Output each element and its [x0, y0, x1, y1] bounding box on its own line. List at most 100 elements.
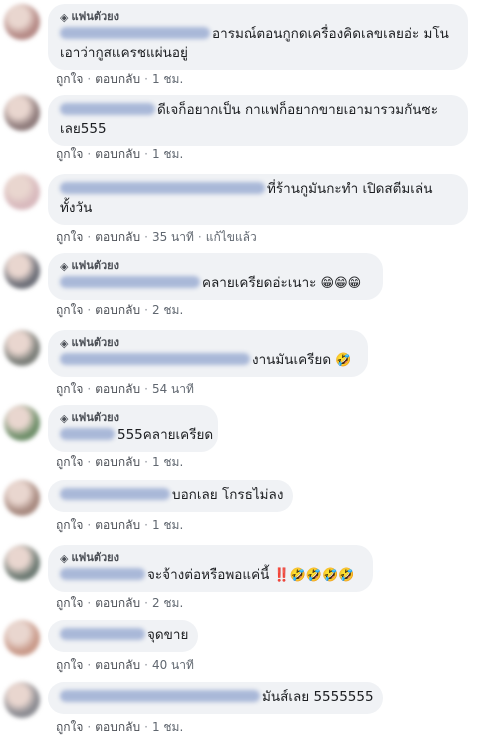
- commenter-name-blurred[interactable]: [60, 568, 145, 580]
- emoji: 🤣: [331, 353, 352, 368]
- comment-text: จะจ้างต่อหรือพอแค่นี้: [147, 567, 270, 583]
- comment-text: คลายเครียดอ่ะเนาะ: [202, 275, 317, 291]
- timestamp[interactable]: 2 ชม.: [152, 596, 183, 610]
- reply-link[interactable]: ตอบกลับ: [95, 230, 140, 244]
- commenter-name-blurred[interactable]: [60, 103, 155, 115]
- reply-link[interactable]: ตอบกลับ: [95, 720, 140, 734]
- avatar[interactable]: [4, 330, 40, 366]
- like-link[interactable]: ถูกใจ: [56, 72, 83, 86]
- reply-link[interactable]: ตอบกลับ: [95, 596, 140, 610]
- comment-actions: ถูกใจ · ตอบกลับ · 54 นาที: [56, 380, 194, 399]
- avatar[interactable]: [4, 682, 40, 718]
- separator-dot: ·: [87, 596, 92, 610]
- commenter-name-blurred[interactable]: [60, 628, 145, 640]
- diamond-icon: ◈: [60, 259, 69, 273]
- avatar[interactable]: [4, 174, 40, 210]
- emoji: 😁😁😁: [316, 276, 362, 291]
- separator-dot: ·: [87, 720, 92, 734]
- avatar[interactable]: [4, 620, 40, 656]
- separator-dot: ·: [144, 303, 148, 317]
- separator-dot: ·: [144, 230, 148, 244]
- timestamp[interactable]: 1 ชม.: [152, 455, 183, 469]
- avatar[interactable]: [4, 95, 40, 131]
- comment-bubble: จุดขาย: [48, 620, 198, 652]
- comment-actions: ถูกใจ · ตอบกลับ · 1 ชม.: [56, 718, 183, 737]
- commenter-name-blurred[interactable]: [60, 690, 260, 702]
- timestamp[interactable]: 40 นาที: [152, 658, 194, 672]
- top-fan-badge: ◈ แฟนตัวยง: [60, 551, 361, 565]
- reply-link[interactable]: ตอบกลับ: [95, 518, 140, 532]
- avatar[interactable]: [4, 545, 40, 581]
- comment-actions: ถูกใจ · ตอบกลับ · 40 นาที: [56, 656, 194, 675]
- timestamp[interactable]: 1 ชม.: [152, 518, 183, 532]
- avatar[interactable]: [4, 405, 40, 441]
- like-link[interactable]: ถูกใจ: [56, 230, 83, 244]
- comment-actions: ถูกใจ · ตอบกลับ · 1 ชม.: [56, 516, 183, 535]
- comment-text: บอกเลย โกรธไม่ลง: [172, 487, 284, 503]
- comment-text: งานมันเครียด: [252, 352, 332, 368]
- reply-link[interactable]: ตอบกลับ: [95, 382, 140, 396]
- reply-link[interactable]: ตอบกลับ: [95, 658, 140, 672]
- commenter-name-blurred[interactable]: [60, 27, 210, 39]
- separator-dot: ·: [144, 596, 148, 610]
- comment-text: เลย555: [60, 121, 107, 137]
- comment-bubble: ◈ แฟนตัวยงงานมันเครียด 🤣: [48, 330, 368, 377]
- timestamp[interactable]: 1 ชม.: [152, 72, 183, 86]
- top-fan-label: แฟนตัวยง: [71, 336, 120, 349]
- reply-link[interactable]: ตอบกลับ: [95, 72, 140, 86]
- like-link[interactable]: ถูกใจ: [56, 720, 83, 734]
- separator-dot: ·: [87, 455, 92, 469]
- top-fan-badge: ◈ แฟนตัวยง: [60, 411, 206, 425]
- separator-dot: ·: [87, 303, 92, 317]
- like-link[interactable]: ถูกใจ: [56, 518, 83, 532]
- top-fan-label: แฟนตัวยง: [71, 551, 120, 564]
- comment-actions: ถูกใจ · ตอบกลับ · 1 ชม.: [56, 453, 183, 472]
- avatar[interactable]: [4, 253, 40, 289]
- like-link[interactable]: ถูกใจ: [56, 382, 83, 396]
- comment-bubble: ◈ แฟนตัวยงคลายเครียดอ่ะเนาะ 😁😁😁: [48, 253, 383, 300]
- commenter-name-blurred[interactable]: [60, 428, 115, 440]
- emoji: ‼️🤣🤣🤣🤣: [269, 568, 355, 583]
- top-fan-badge: ◈ แฟนตัวยง: [60, 10, 456, 24]
- like-link[interactable]: ถูกใจ: [56, 596, 83, 610]
- comment-text: ดีเจก็อยากเป็น กาแฟก็อยากขายเอามารวมกันซ…: [157, 102, 438, 118]
- separator-dot: ·: [87, 147, 92, 161]
- separator-dot: ·: [144, 72, 148, 86]
- avatar[interactable]: [4, 4, 40, 40]
- top-fan-label: แฟนตัวยง: [71, 259, 120, 272]
- avatar[interactable]: [4, 480, 40, 516]
- reply-link[interactable]: ตอบกลับ: [95, 303, 140, 317]
- comment-actions: ถูกใจ · ตอบกลับ · 1 ชม.: [56, 145, 183, 164]
- commenter-name-blurred[interactable]: [60, 276, 200, 288]
- commenter-name-blurred[interactable]: [60, 182, 265, 194]
- timestamp[interactable]: 1 ชม.: [152, 720, 183, 734]
- comment-bubble: ที่ร้านกูมันกะทำ เปิดสตีมเล่น ทั้งวัน: [48, 174, 468, 225]
- timestamp[interactable]: 2 ชม.: [152, 303, 183, 317]
- like-link[interactable]: ถูกใจ: [56, 455, 83, 469]
- separator-dot: ·: [144, 382, 148, 396]
- diamond-icon: ◈: [60, 551, 69, 565]
- commenter-name-blurred[interactable]: [60, 488, 170, 500]
- comment-text: มันส์เลย 5555555: [262, 689, 374, 705]
- comment-bubble: ◈ แฟนตัวยงจะจ้างต่อหรือพอแค่นี้ ‼️🤣🤣🤣🤣: [48, 545, 373, 592]
- comment-text: อารมณ์ตอนกูกดเครื่องคิดเลขเลยอ่ะ มโน: [212, 26, 449, 42]
- timestamp[interactable]: 1 ชม.: [152, 147, 183, 161]
- commenter-name-blurred[interactable]: [60, 353, 250, 365]
- reply-link[interactable]: ตอบกลับ: [95, 147, 140, 161]
- comment-actions: ถูกใจ · ตอบกลับ · 1 ชม.: [56, 70, 183, 89]
- edited-label[interactable]: แก้ไขแล้ว: [206, 230, 257, 244]
- separator-dot: ·: [144, 147, 148, 161]
- separator-dot: ·: [144, 518, 148, 532]
- like-link[interactable]: ถูกใจ: [56, 147, 83, 161]
- diamond-icon: ◈: [60, 336, 69, 350]
- like-link[interactable]: ถูกใจ: [56, 303, 83, 317]
- timestamp[interactable]: 35 นาที: [152, 230, 194, 244]
- comment-text: เอาว่ากูสแครชแผ่นอยู่: [60, 45, 188, 61]
- like-link[interactable]: ถูกใจ: [56, 658, 83, 672]
- separator-dot: ·: [144, 720, 148, 734]
- reply-link[interactable]: ตอบกลับ: [95, 455, 140, 469]
- comment-bubble: ◈ แฟนตัวยง 555คลายเครียด: [48, 405, 218, 452]
- separator-dot: ·: [87, 518, 92, 532]
- timestamp[interactable]: 54 นาที: [152, 382, 194, 396]
- comment-bubble: ◈ แฟนตัวยงอารมณ์ตอนกูกดเครื่องคิดเลขเลยอ่…: [48, 4, 468, 70]
